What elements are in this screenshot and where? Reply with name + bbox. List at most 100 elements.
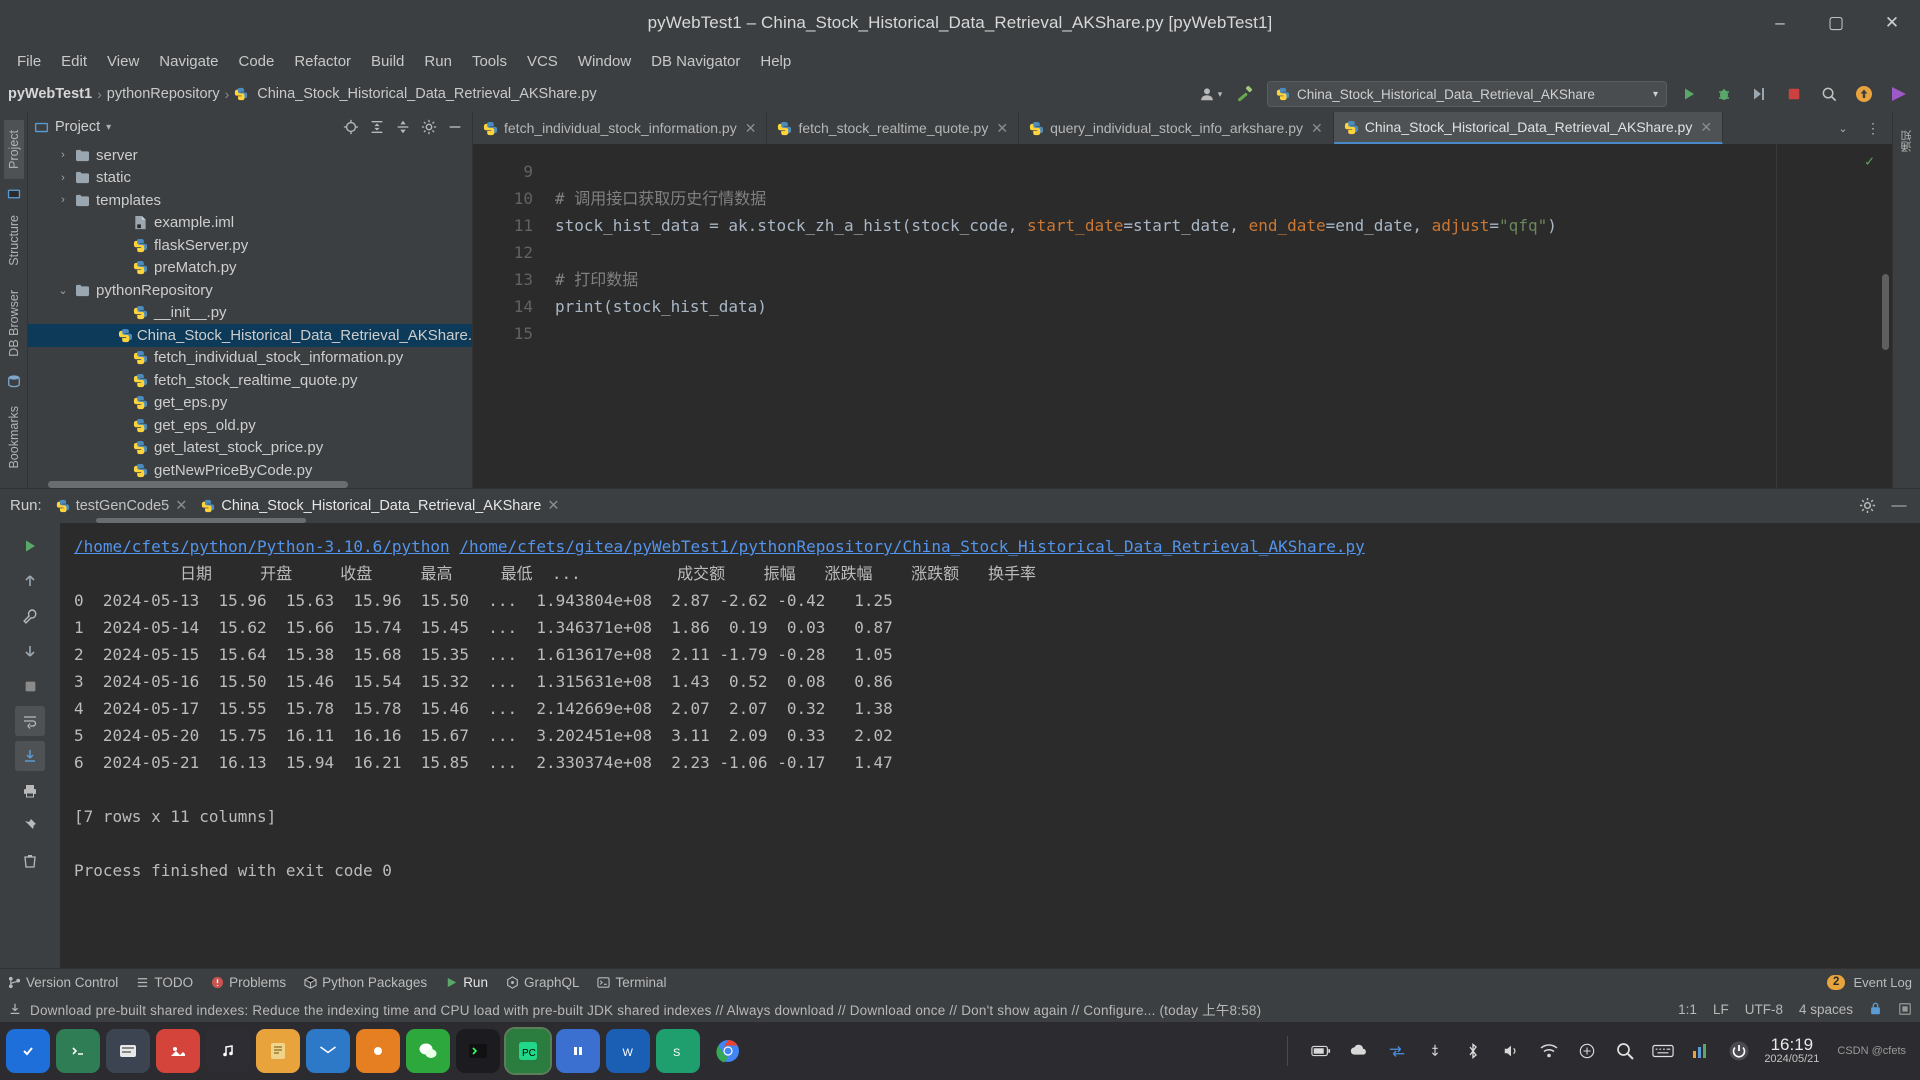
chevron-icon[interactable]: › [54,194,72,206]
debug-button[interactable] [1711,81,1737,107]
status-message[interactable]: Download pre-built shared indexes: Reduc… [30,999,1261,1019]
console-path-link[interactable]: /home/cfets/python/Python-3.10.6/python [74,537,450,556]
tool-window-button-graphql[interactable]: GraphQL [506,975,579,990]
tree-node[interactable]: __init__.py [28,302,472,325]
code-line[interactable] [555,158,1892,185]
photos-icon[interactable] [156,1029,200,1073]
next-occurrence-button[interactable] [15,636,45,666]
chart-icon[interactable] [1688,1038,1714,1064]
ide-action-icon[interactable] [1886,81,1912,107]
breadcrumb-project[interactable]: pyWebTest1 [8,86,92,102]
tree-node[interactable]: get_eps_old.py [28,414,472,437]
run-tab-testgencode5[interactable]: testGenCode5 ✕ [56,498,187,514]
code-content[interactable]: # 调用接口获取历史行情数据 stock_hist_data = ak.stock… [545,144,1892,488]
chrome-icon[interactable] [706,1029,750,1073]
tree-node[interactable]: getNewPriceByCode.py [28,459,472,482]
rail-tab-project[interactable]: Project [3,120,24,179]
editor-tab[interactable]: fetch_individual_stock_information.py ✕ [473,112,768,144]
settings-gear-icon[interactable] [418,116,440,138]
menu-item-vcs[interactable]: VCS [518,50,567,73]
run-settings-wrench-button[interactable] [15,601,45,631]
close-icon[interactable]: ✕ [745,120,757,137]
menu-item-view[interactable]: View [98,50,148,73]
search-everywhere-icon[interactable] [1816,81,1842,107]
rerun-button[interactable] [15,531,45,561]
run-configuration-selector[interactable]: China_Stock_Historical_Data_Retrieval_AK… [1267,81,1667,107]
user-avatar-icon[interactable]: ▾ [1197,81,1223,107]
code-line[interactable]: # 打印数据 [555,266,1892,293]
target-icon[interactable] [340,116,362,138]
tree-node[interactable]: › server [28,144,472,167]
tool-window-button-version-control[interactable]: Version Control [8,975,118,990]
scroll-to-end-button[interactable] [15,741,45,771]
tree-node[interactable]: China_Stock_Historical_Data_Retrieval_AK… [28,324,472,347]
indent-setting[interactable]: 4 spaces [1799,1002,1853,1017]
run-tab-china-stock[interactable]: China_Stock_Historical_Data_Retrieval_AK… [201,498,560,514]
expand-all-icon[interactable] [392,116,414,138]
memory-indicator-icon[interactable] [1898,1002,1912,1016]
code-editor[interactable]: 9 10 11 12 13 14 15 # 调用接口获取历史行情数据 stock_hist_d… [473,144,1892,488]
rail-tab-bookmarks[interactable]: Bookmarks [4,396,24,479]
menu-item-navigate[interactable]: Navigate [150,50,227,73]
clear-all-button[interactable] [15,846,45,876]
chevron-icon[interactable]: ⌄ [54,284,72,297]
chevron-icon[interactable]: › [54,149,72,161]
inspection-status-icon[interactable]: ✓ [1865,152,1874,170]
files-icon[interactable] [106,1029,150,1073]
word-icon[interactable]: W [606,1029,650,1073]
search-icon[interactable] [1612,1038,1638,1064]
tool-window-button-todo[interactable]: TODO [136,975,193,990]
tab-menu-icon[interactable]: ⋮ [1860,115,1886,141]
tree-node[interactable]: flaskServer.py [28,234,472,257]
stock-icon[interactable]: S [656,1029,700,1073]
stop-process-button[interactable] [15,671,45,701]
tool-window-button-problems[interactable]: Problems [211,975,286,990]
menu-item-file[interactable]: File [8,50,50,73]
tree-node[interactable]: ⌄ pythonRepository [28,279,472,302]
previous-occurrence-button[interactable] [15,566,45,596]
collapse-all-icon[interactable] [366,116,388,138]
project-file-tree[interactable]: › server › static › templates example.iml flask… [28,142,472,488]
taskbar-clock[interactable]: 16:19 2024/05/21 [1764,1036,1819,1065]
browser-icon[interactable] [356,1029,400,1073]
battery-icon[interactable] [1308,1038,1334,1064]
network-icon[interactable] [1384,1038,1410,1064]
tree-node[interactable]: get_latest_stock_price.py [28,437,472,460]
wechat-icon[interactable] [406,1029,450,1073]
menu-item-run[interactable]: Run [415,50,461,73]
code-line[interactable]: print(stock_hist_data) [555,293,1892,320]
chevron-down-icon[interactable]: ▾ [106,122,111,133]
rail-tab-structure[interactable]: Structure [4,205,24,276]
volume-icon[interactable] [1498,1038,1524,1064]
menu-item-refactor[interactable]: Refactor [285,50,360,73]
tree-node[interactable]: fetch_stock_realtime_quote.py [28,369,472,392]
start-icon[interactable] [6,1029,50,1073]
update-project-icon[interactable] [1851,81,1877,107]
tree-horizontal-scrollbar[interactable] [48,481,348,488]
maximize-button[interactable]: ▢ [1808,0,1864,46]
usb-icon[interactable] [1422,1038,1448,1064]
tool-window-button-terminal[interactable]: Terminal [597,975,667,990]
power-icon[interactable] [1726,1038,1752,1064]
close-icon[interactable]: ✕ [996,120,1008,137]
close-icon[interactable]: ✕ [1700,119,1712,136]
minimize-button[interactable]: – [1752,0,1808,46]
run-settings-gear-icon[interactable] [1856,495,1878,517]
ide-icon[interactable] [556,1029,600,1073]
editor-tab[interactable]: China_Stock_Historical_Data_Retrieval_AK… [1333,112,1724,144]
close-button[interactable]: ✕ [1864,0,1920,46]
code-line[interactable] [555,320,1892,347]
shell-icon[interactable] [456,1029,500,1073]
run-button[interactable] [1676,81,1702,107]
lock-icon[interactable] [1869,1002,1882,1016]
soft-wrap-button[interactable] [15,706,45,736]
breadcrumb-file[interactable]: China_Stock_Historical_Data_Retrieval_AK… [257,86,596,102]
menu-item-build[interactable]: Build [362,50,413,73]
run-hide-icon[interactable]: — [1888,495,1910,517]
caret-position[interactable]: 1:1 [1678,1002,1697,1017]
editor-tab[interactable]: fetch_stock_realtime_quote.py ✕ [767,112,1020,144]
close-icon[interactable]: ✕ [175,498,187,514]
stop-button[interactable] [1781,81,1807,107]
editor-vertical-scrollbar[interactable] [1882,274,1889,350]
editor-tab[interactable]: query_individual_stock_info_arkshare.py ✕ [1019,112,1334,144]
